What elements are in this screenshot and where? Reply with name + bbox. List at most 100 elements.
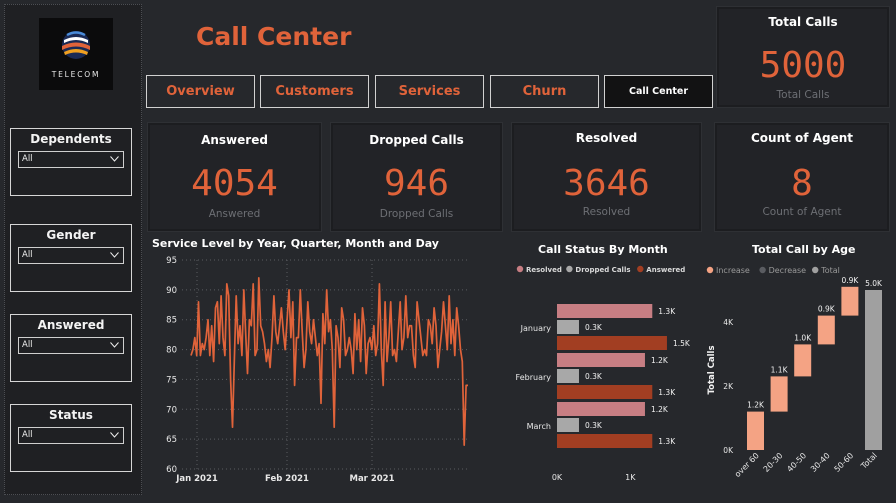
y-tick-label: 75 <box>166 375 177 385</box>
y-axis-label: Total Calls <box>707 345 717 394</box>
waterfall-bar <box>770 376 788 412</box>
legend-label: Total <box>820 266 840 275</box>
legend-marker <box>566 265 573 273</box>
chevron-down-icon <box>110 252 119 258</box>
legend-marker <box>637 265 644 273</box>
data-label: 0.3K <box>585 372 603 381</box>
data-label: 0.9K <box>841 276 859 285</box>
slicer-title: Dependents <box>30 132 112 146</box>
gender-dropdown[interactable]: All <box>18 247 124 264</box>
globe-icon <box>62 31 90 59</box>
dependents-dropdown[interactable]: All <box>18 151 124 168</box>
x-tick-label: 0K <box>552 473 563 482</box>
chevron-down-icon <box>110 342 119 348</box>
bar-answered <box>557 336 667 350</box>
data-label: 1.2K <box>747 401 765 410</box>
data-label: 1.5K <box>673 339 691 348</box>
tab-call-center[interactable]: Call Center <box>604 75 713 108</box>
x-tick-label: 20-30 <box>762 451 785 474</box>
answered-value: 4054 <box>191 163 278 204</box>
answered-dropdown[interactable]: All <box>18 337 124 354</box>
bar-dropped-calls <box>557 369 579 383</box>
card-title: Total Calls <box>768 15 838 29</box>
waterfall-bar <box>817 315 835 345</box>
total-calls-card: Total Calls 5000 Total Calls <box>717 7 889 107</box>
x-tick-label: Jan 2021 <box>175 474 218 484</box>
card-subtitle: Count of Agent <box>762 206 842 218</box>
tab-overview[interactable]: Overview <box>146 75 255 108</box>
card-subtitle: Dropped Calls <box>379 208 454 220</box>
data-label: 1.2K <box>651 405 669 414</box>
bar-answered <box>557 434 653 448</box>
dropped-calls-card: Dropped Calls 946 Dropped Calls <box>331 123 502 231</box>
dropped-calls-value: 946 <box>383 163 450 204</box>
data-label: 1.0K <box>794 333 812 342</box>
waterfall-bar <box>865 290 882 450</box>
page-title: Call Center <box>196 22 352 51</box>
y-tick-label: 2K <box>723 382 734 391</box>
card-title: Answered <box>201 133 268 147</box>
category-label: March <box>527 422 551 431</box>
waterfall-bar <box>841 286 859 316</box>
data-label: 0.3K <box>585 421 603 430</box>
card-title: Dropped Calls <box>369 133 464 147</box>
legend-marker <box>759 266 766 274</box>
resolved-card: Resolved 3646 Resolved <box>512 123 701 231</box>
tab-services[interactable]: Services <box>375 75 484 108</box>
waterfall-bar <box>794 344 812 377</box>
card-title: Count of Agent <box>751 131 853 145</box>
y-tick-label: 90 <box>166 286 177 296</box>
y-tick-label: 4K <box>723 318 734 327</box>
y-tick-label: 65 <box>166 435 177 445</box>
gender-slicer[interactable]: Gender All <box>10 224 132 292</box>
bar-dropped-calls <box>557 320 579 334</box>
waterfall-bar <box>747 411 764 450</box>
age-waterfall-chart: Increase Decrease Total 0K 2K 4K Total Calls 1.… <box>706 266 883 479</box>
service-level-chart-title: Service Level by Year, Quarter, Month an… <box>152 237 439 250</box>
data-label: 1.1K <box>771 365 789 374</box>
x-tick-label: 1K <box>625 473 636 482</box>
status-slicer[interactable]: Status All <box>10 404 132 472</box>
data-label: 1.3K <box>658 307 676 316</box>
resolved-value: 3646 <box>563 163 650 204</box>
legend-label: Dropped Calls <box>575 266 630 274</box>
category-label: January <box>520 324 552 333</box>
x-tick-label: 30-40 <box>809 451 832 474</box>
chevron-down-icon <box>110 156 119 162</box>
y-tick-label: 85 <box>166 316 177 326</box>
card-subtitle: Total Calls <box>776 89 830 101</box>
logo-text: TELECOM <box>51 70 101 79</box>
dropdown-value: All <box>22 154 33 164</box>
call-status-chart-title: Call Status By Month <box>538 243 668 256</box>
dependents-slicer[interactable]: Dependents All <box>10 128 132 196</box>
bar-resolved <box>557 402 645 416</box>
data-label: 5.0K <box>865 279 883 288</box>
slicer-title: Gender <box>46 228 96 242</box>
bar-answered <box>557 385 653 399</box>
bar-resolved <box>557 304 653 318</box>
service-level-line <box>190 277 468 446</box>
dropdown-value: All <box>22 430 33 440</box>
x-tick-label: over 60 <box>733 451 761 479</box>
y-tick-label: 0K <box>723 446 734 455</box>
status-dropdown[interactable]: All <box>18 427 124 444</box>
x-tick-label: Feb 2021 <box>265 474 309 484</box>
card-subtitle: Answered <box>208 208 261 220</box>
call-status-bar-chart: Resolved Dropped Calls Answered January 1.3K… <box>516 265 691 482</box>
tab-churn[interactable]: Churn <box>490 75 599 108</box>
chevron-down-icon <box>110 432 119 438</box>
data-label: 0.3K <box>585 323 603 332</box>
answered-slicer[interactable]: Answered All <box>10 314 132 382</box>
dropdown-value: All <box>22 250 33 260</box>
answered-card: Answered 4054 Answered <box>148 123 321 231</box>
x-tick-label: 40-50 <box>785 451 808 474</box>
tab-customers[interactable]: Customers <box>260 75 369 108</box>
bar-dropped-calls <box>557 418 579 432</box>
age-chart-title: Total Call by Age <box>752 243 856 256</box>
bar-resolved <box>557 353 645 367</box>
slicer-title: Status <box>49 408 93 422</box>
x-tick-label: Mar 2021 <box>349 474 394 484</box>
data-label: 1.3K <box>658 437 676 446</box>
legend-marker <box>812 266 819 274</box>
data-label: 1.3K <box>658 388 676 397</box>
